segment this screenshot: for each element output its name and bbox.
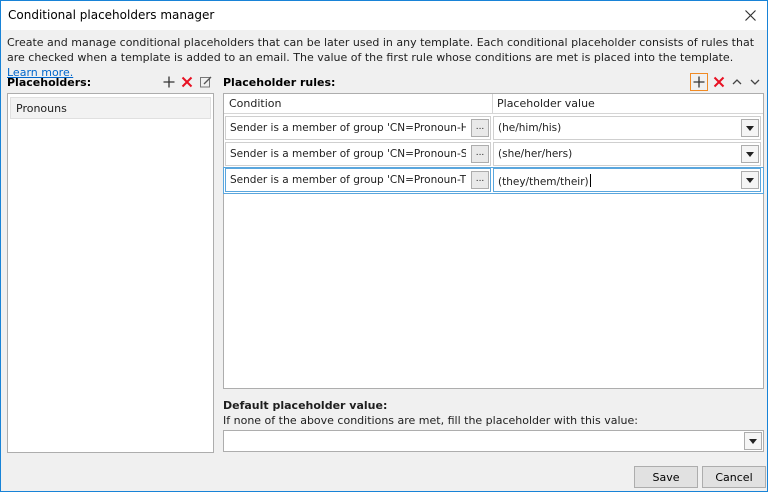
column-divider[interactable] [492,94,493,114]
value-combo[interactable]: (they/them/their) [493,168,761,192]
cancel-button[interactable]: Cancel [702,466,766,488]
dropdown-arrow-icon [746,177,754,183]
text-caret [589,174,591,187]
default-value-help: If none of the above conditions are met,… [223,414,638,427]
value-combo[interactable]: (he/him/his) [493,116,761,140]
value-dropdown-button[interactable] [741,171,759,189]
value-text: (he/him/his) [498,122,562,134]
delete-icon [713,76,725,88]
rules-grid: Condition Placeholder value Sender is a … [223,93,764,389]
edit-condition-button[interactable]: ... [471,119,489,137]
condition-text: Sender is a member of group 'CN=Pronoun-… [230,148,466,160]
plus-icon [163,76,175,88]
description-text: Create and manage conditional placeholde… [7,36,755,64]
value-text-content: (they/them/their) [498,176,589,188]
move-rule-up-button[interactable] [729,74,745,90]
condition-cell[interactable]: Sender is a member of group 'CN=Pronoun-… [225,168,491,192]
delete-rule-button[interactable] [711,74,727,90]
dialog-window: Conditional placeholders manager Create … [0,0,768,492]
window-title: Conditional placeholders manager [8,8,215,22]
default-value-combo[interactable] [223,430,764,452]
dropdown-arrow-icon [746,151,754,157]
dropdown-arrow-icon [749,438,757,444]
description: Create and manage conditional placeholde… [7,35,757,80]
plus-icon [693,76,705,88]
edit-icon [200,76,212,88]
condition-cell[interactable]: Sender is a member of group 'CN=Pronoun-… [225,116,491,140]
placeholder-name: Pronouns [16,102,67,115]
rename-placeholder-button[interactable] [198,74,214,90]
chevron-down-icon [750,79,760,85]
placeholders-label: Placeholders: [7,76,92,89]
edit-condition-button[interactable]: ... [471,171,489,189]
delete-placeholder-button[interactable] [179,74,195,90]
move-rule-down-button[interactable] [747,74,763,90]
condition-text: Sender is a member of group 'CN=Pronoun-… [230,122,466,134]
condition-cell[interactable]: Sender is a member of group 'CN=Pronoun-… [225,142,491,166]
table-row[interactable]: Sender is a member of group 'CN=Pronoun-… [224,116,763,141]
dropdown-arrow-icon [746,125,754,131]
condition-text: Sender is a member of group 'CN=Pronoun-… [230,174,466,186]
condition-column-header[interactable]: Condition [229,97,282,110]
chevron-up-icon [732,79,742,85]
value-text: (they/them/their) [498,174,591,188]
close-icon [744,10,756,21]
placeholder-rules-label: Placeholder rules: [223,76,336,89]
save-button[interactable]: Save [634,466,698,488]
table-row[interactable]: Sender is a member of group 'CN=Pronoun-… [224,142,763,167]
placeholders-list: Pronouns [7,93,214,453]
value-column-header[interactable]: Placeholder value [497,97,595,110]
delete-icon [181,76,193,88]
add-rule-button[interactable] [690,73,708,91]
value-dropdown-button[interactable] [741,145,759,163]
list-item[interactable]: Pronouns [10,97,211,119]
dialog-content: Create and manage conditional placeholde… [1,30,767,491]
edit-condition-button[interactable]: ... [471,145,489,163]
grid-header: Condition Placeholder value [224,94,763,114]
value-text: (she/her/hers) [498,148,573,160]
title-bar: Conditional placeholders manager [1,1,767,30]
value-dropdown-button[interactable] [741,119,759,137]
default-dropdown-button[interactable] [744,432,762,450]
close-button[interactable] [733,1,767,30]
default-value-label: Default placeholder value: [223,399,388,412]
table-row[interactable]: Sender is a member of group 'CN=Pronoun-… [223,167,764,194]
value-combo[interactable]: (she/her/hers) [493,142,761,166]
add-placeholder-button[interactable] [161,74,177,90]
